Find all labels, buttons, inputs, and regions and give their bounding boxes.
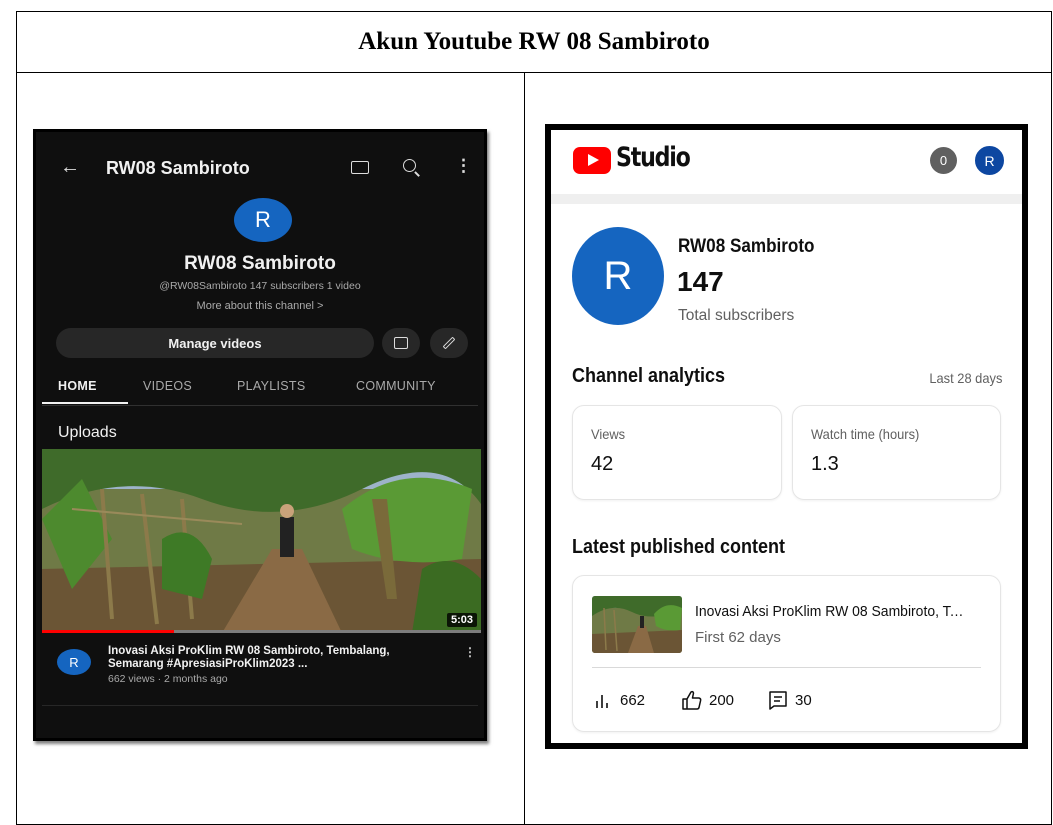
studio-logo-text[interactable]: Studio bbox=[616, 142, 691, 173]
tab-videos[interactable]: VIDEOS bbox=[143, 379, 192, 393]
app-bar: ← RW08 Sambiroto ⋮ bbox=[36, 146, 484, 190]
subscriber-count: 147 bbox=[677, 266, 724, 297]
more-options-icon[interactable]: ⋮ bbox=[455, 157, 472, 174]
tab-home[interactable]: HOME bbox=[58, 379, 97, 393]
card-divider bbox=[592, 667, 981, 668]
channel-name: RW08 Sambiroto bbox=[184, 253, 336, 274]
video-thumbnail[interactable]: 5:03 bbox=[42, 449, 481, 633]
watch-time-metric-card[interactable]: Watch time (hours) 1.3 bbox=[792, 405, 1001, 500]
uploads-heading: Uploads bbox=[58, 424, 117, 441]
tab-playlists[interactable]: PLAYLISTS bbox=[237, 379, 305, 393]
feed-divider bbox=[42, 705, 478, 706]
channel-avatar-large: R bbox=[572, 227, 664, 325]
views-value: 42 bbox=[591, 453, 614, 475]
more-about-channel-link[interactable]: More about this channel > bbox=[36, 300, 484, 312]
channel-handle-line: @RW08Sambiroto 147 subscribers 1 video bbox=[159, 280, 361, 292]
youtube-logo-icon[interactable] bbox=[573, 147, 611, 174]
active-tab-indicator bbox=[42, 402, 128, 404]
mobile-youtube-screenshot: ← RW08 Sambiroto ⋮ R RW08 Sambiroto @RW0… bbox=[33, 129, 487, 741]
edit-channel-button[interactable] bbox=[430, 328, 468, 358]
notifications-badge[interactable]: 0 bbox=[930, 147, 957, 174]
channel-avatar: R bbox=[234, 198, 292, 242]
latest-video-title[interactable]: Inovasi Aksi ProKlim RW 08 Sambiroto, Te… bbox=[695, 603, 969, 620]
manage-videos-button[interactable]: Manage videos bbox=[56, 328, 374, 358]
column-divider bbox=[524, 72, 525, 824]
video-duration-badge: 5:03 bbox=[446, 613, 477, 627]
cast-icon[interactable] bbox=[351, 161, 369, 174]
thumbs-up-icon bbox=[681, 689, 703, 711]
latest-content-card[interactable]: Inovasi Aksi ProKlim RW 08 Sambiroto, Te… bbox=[572, 575, 1001, 732]
back-arrow-icon[interactable]: ← bbox=[60, 156, 80, 179]
garden-thumbnail-image bbox=[42, 449, 481, 633]
channel-tabs: HOME VIDEOS PLAYLISTS COMMUNITY bbox=[42, 373, 478, 406]
video-more-icon[interactable]: ⋮ bbox=[464, 645, 476, 659]
views-label: Views bbox=[591, 426, 626, 442]
video-title[interactable]: Inovasi Aksi ProKlim RW 08 Sambiroto, Te… bbox=[108, 645, 448, 671]
pencil-icon bbox=[442, 336, 456, 350]
search-icon[interactable] bbox=[403, 159, 416, 172]
video-channel-avatar[interactable]: R bbox=[57, 649, 91, 675]
comment-icon bbox=[767, 689, 789, 711]
garden-thumbnail-small-image bbox=[592, 596, 682, 653]
studio-header: Studio 0 R bbox=[551, 130, 1022, 194]
latest-likes-value: 200 bbox=[709, 691, 735, 709]
youtube-studio-screenshot: Studio 0 R R RW08 Sambiroto 147 Total su… bbox=[545, 124, 1028, 749]
analytics-button[interactable] bbox=[382, 328, 420, 358]
status-bar bbox=[36, 132, 484, 142]
latest-likes-stat: 200 bbox=[681, 689, 734, 711]
header-separator bbox=[551, 194, 1022, 204]
video-meta: 662 views · 2 months ago bbox=[108, 673, 228, 685]
views-metric-card[interactable]: Views 42 bbox=[572, 405, 782, 500]
latest-video-thumbnail[interactable] bbox=[592, 596, 682, 653]
latest-views-stat: 662 bbox=[592, 689, 645, 711]
watch-time-value: 1.3 bbox=[811, 453, 839, 475]
document-title-row: Akun Youtube RW 08 Sambiroto bbox=[17, 12, 1051, 73]
analytics-icon bbox=[394, 337, 408, 349]
app-bar-title: RW08 Sambiroto bbox=[106, 158, 250, 178]
watch-progress-track bbox=[42, 630, 481, 633]
studio-channel-name: RW08 Sambiroto bbox=[678, 236, 815, 257]
tab-community[interactable]: COMMUNITY bbox=[356, 379, 436, 393]
subscriber-label: Total subscribers bbox=[678, 307, 795, 324]
analytics-period: Last 28 days bbox=[928, 370, 1002, 386]
account-avatar[interactable]: R bbox=[975, 146, 1004, 175]
latest-content-heading: Latest published content bbox=[572, 536, 786, 558]
watch-time-label: Watch time (hours) bbox=[811, 426, 920, 442]
watch-progress-fill bbox=[42, 630, 174, 633]
latest-comments-stat: 30 bbox=[767, 689, 812, 711]
latest-views-value: 662 bbox=[620, 691, 646, 709]
latest-comments-value: 30 bbox=[795, 691, 812, 709]
bar-chart-icon bbox=[592, 689, 614, 711]
latest-video-period: First 62 days bbox=[695, 629, 781, 646]
channel-analytics-heading: Channel analytics bbox=[572, 365, 726, 387]
document-title: Akun Youtube RW 08 Sambiroto bbox=[358, 28, 710, 55]
